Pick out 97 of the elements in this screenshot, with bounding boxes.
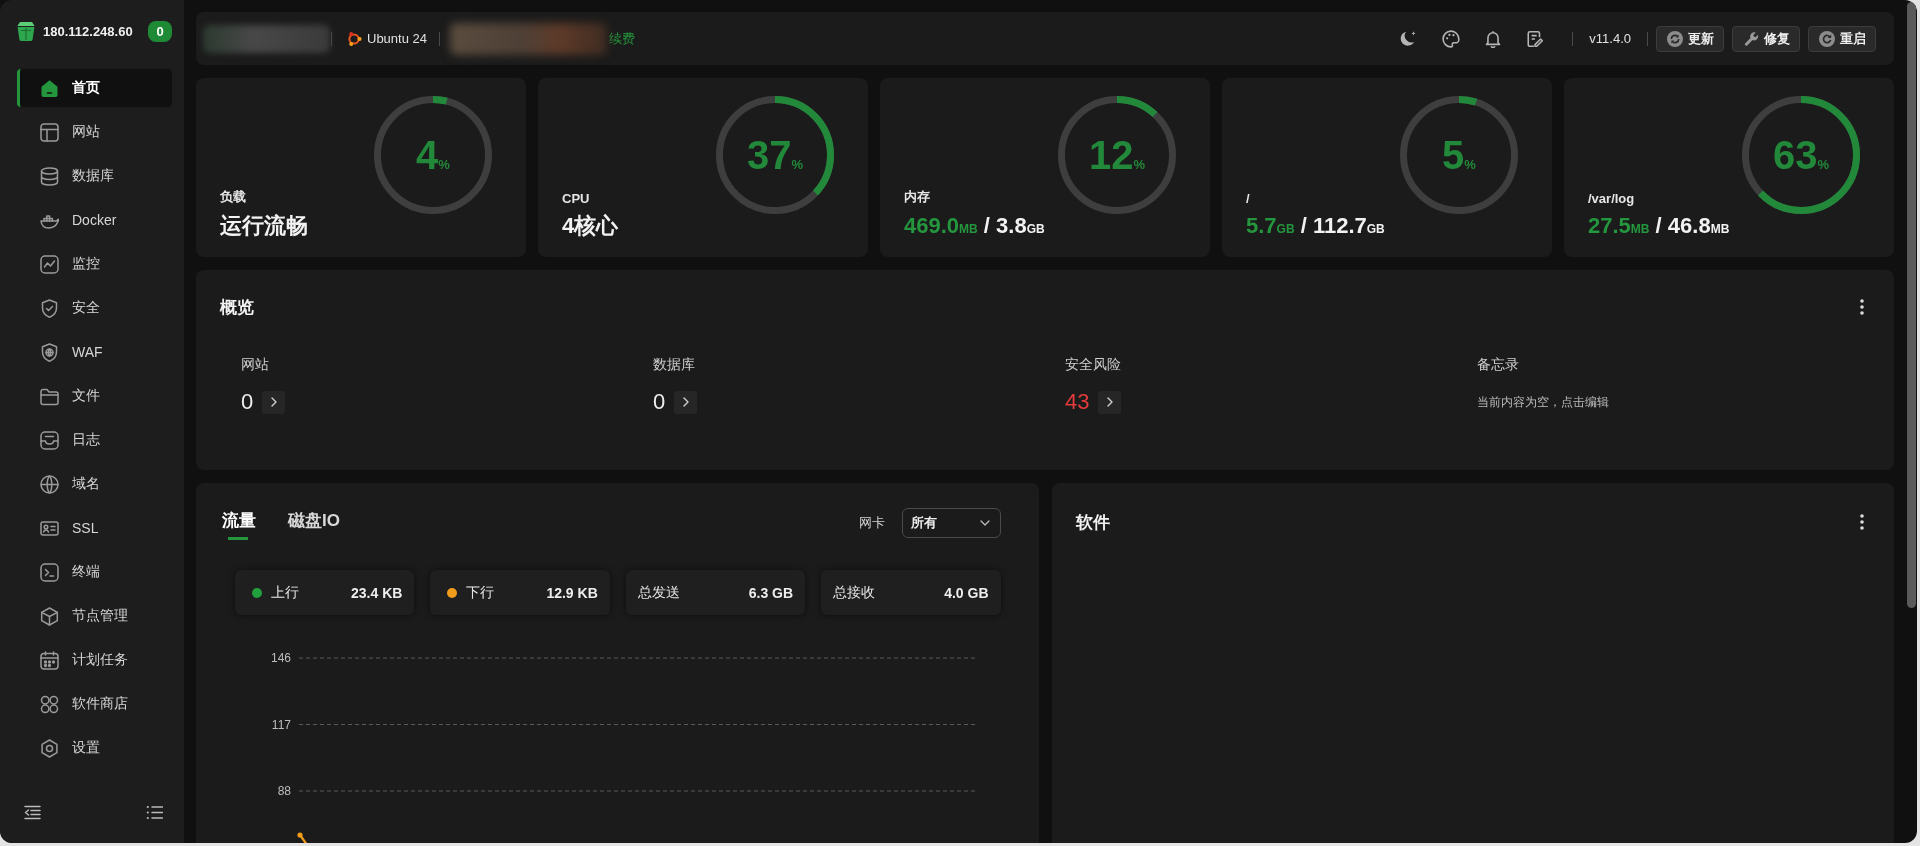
overview-label: 网站 (241, 355, 269, 374)
shield-globe-icon (40, 342, 59, 362)
traffic-label: 下行 (466, 583, 495, 602)
nav-item[interactable]: 日志 (17, 421, 172, 459)
settings-icon (40, 738, 59, 758)
stat-label: 内存 (904, 188, 930, 206)
shield-check-icon (40, 298, 59, 318)
more-options-icon[interactable] (1860, 299, 1864, 315)
traffic-tab[interactable]: 磁盘IO (288, 506, 340, 540)
gauge-percent: 12% (1088, 135, 1146, 175)
details-button[interactable] (262, 390, 286, 414)
traffic-label: 上行 (271, 583, 299, 602)
id-card-icon (40, 518, 59, 538)
renew-link[interactable]: 续费 (609, 29, 635, 48)
folder-icon (40, 386, 59, 406)
toolbar-button[interactable]: 更新 (1656, 25, 1724, 52)
axis-tick-label: 146 (270, 651, 291, 665)
inbox-icon (40, 430, 59, 450)
wrench-icon (1742, 30, 1759, 47)
nav-item[interactable]: Docker (17, 201, 172, 239)
nav-item[interactable]: 设置 (17, 729, 172, 767)
overview-label: 备忘录 (1477, 355, 1519, 374)
overview-count: 0 (653, 390, 666, 414)
host-address: 180.112.248.60 (43, 23, 133, 39)
terminal-icon (40, 562, 59, 582)
chevron-right-icon (682, 397, 689, 407)
memo-text[interactable]: 当前内容为空，点击编辑 (1477, 393, 1609, 411)
traffic-label: 总发送 (637, 583, 680, 602)
palette-icon[interactable] (1442, 29, 1461, 48)
database-icon (40, 166, 59, 186)
stat-value: 运行流畅 (220, 214, 308, 238)
nav-item[interactable]: 节点管理 (17, 597, 172, 635)
card-title: 概览 (220, 296, 254, 319)
refresh-icon (1666, 30, 1683, 47)
nav-item[interactable]: WAF (17, 333, 172, 371)
nic-label: 网卡 (858, 514, 885, 532)
usage-value: 469.0MB / 3.8GB (904, 214, 1045, 238)
more-options-icon[interactable] (1860, 514, 1864, 530)
globe-icon (40, 474, 59, 494)
stat-label: CPU (562, 191, 590, 206)
overview-count: 43 (1065, 390, 1090, 414)
stat-value: 4核心 (562, 214, 619, 238)
usage-value: 5.7GB / 112.7GB (1246, 214, 1385, 238)
count-badge: 0 (148, 20, 172, 42)
chevron-down-icon (979, 520, 990, 526)
outdent-icon[interactable] (24, 804, 41, 820)
usage-value: 27.5MB / 46.8MB (1588, 214, 1730, 238)
nav-item[interactable]: 软件商店 (17, 685, 172, 723)
list-icon[interactable] (146, 804, 163, 820)
axis-tick-label: 117 (271, 717, 291, 732)
traffic-value: 4.0 GB (944, 584, 989, 601)
nav-item[interactable]: 域名 (17, 465, 172, 503)
nav-item[interactable]: 安全 (17, 289, 172, 327)
version-text: v11.4.0 (1589, 31, 1631, 46)
toolbar-button[interactable]: 修复 (1732, 25, 1800, 52)
toolbar-button[interactable]: 重启 (1808, 25, 1876, 52)
overview-count: 0 (241, 390, 254, 414)
gauge-percent: 5% (1442, 135, 1476, 175)
scrollbar-thumb[interactable] (1906, 2, 1916, 608)
four-circles-icon (40, 694, 59, 714)
gauge-percent: 37% (746, 135, 804, 175)
nav-item[interactable]: 计划任务 (17, 641, 172, 679)
nav-item[interactable]: 首页 (17, 69, 172, 107)
stat-label: / (1246, 191, 1250, 206)
card-title: 软件 (1075, 511, 1110, 534)
traffic-value: 12.9 KB (546, 584, 598, 601)
traffic-label: 总接收 (833, 583, 876, 602)
chevron-right-icon (1107, 397, 1113, 407)
details-button[interactable] (674, 390, 698, 414)
nav-item[interactable]: 数据库 (17, 157, 172, 195)
nav-item[interactable]: 监控 (17, 245, 172, 283)
nav-item[interactable]: 网站 (17, 113, 172, 151)
logo-icon (17, 20, 35, 42)
bell-icon[interactable] (1484, 29, 1503, 48)
overview-label: 数据库 (653, 355, 695, 374)
note-edit-icon[interactable] (1526, 29, 1545, 48)
nav-item[interactable]: SSL (17, 509, 172, 547)
line-chart-icon (40, 254, 59, 274)
traffic-value: 23.4 KB (351, 584, 403, 601)
axis-tick-label: 88 (277, 784, 291, 798)
os-name: Ubuntu 24 (367, 31, 427, 46)
stat-label: /var/log (1588, 191, 1635, 206)
calendar-icon (40, 650, 59, 670)
home-icon (40, 78, 59, 98)
details-button[interactable] (1098, 390, 1122, 414)
overview-label: 安全风险 (1065, 355, 1121, 374)
gauge-percent: 4% (416, 135, 450, 175)
chevron-right-icon (270, 397, 277, 407)
traffic-value: 6.3 GB (748, 584, 794, 601)
layout-icon (40, 122, 59, 142)
cube-icon (40, 606, 59, 626)
stat-label: 负载 (220, 188, 246, 206)
gauge-percent: 63% (1772, 135, 1830, 175)
nav-item[interactable]: 终端 (17, 553, 172, 591)
os-logo-icon (346, 30, 362, 47)
nic-select[interactable]: 所有 (901, 508, 1001, 538)
nav-item[interactable]: 文件 (17, 377, 172, 415)
